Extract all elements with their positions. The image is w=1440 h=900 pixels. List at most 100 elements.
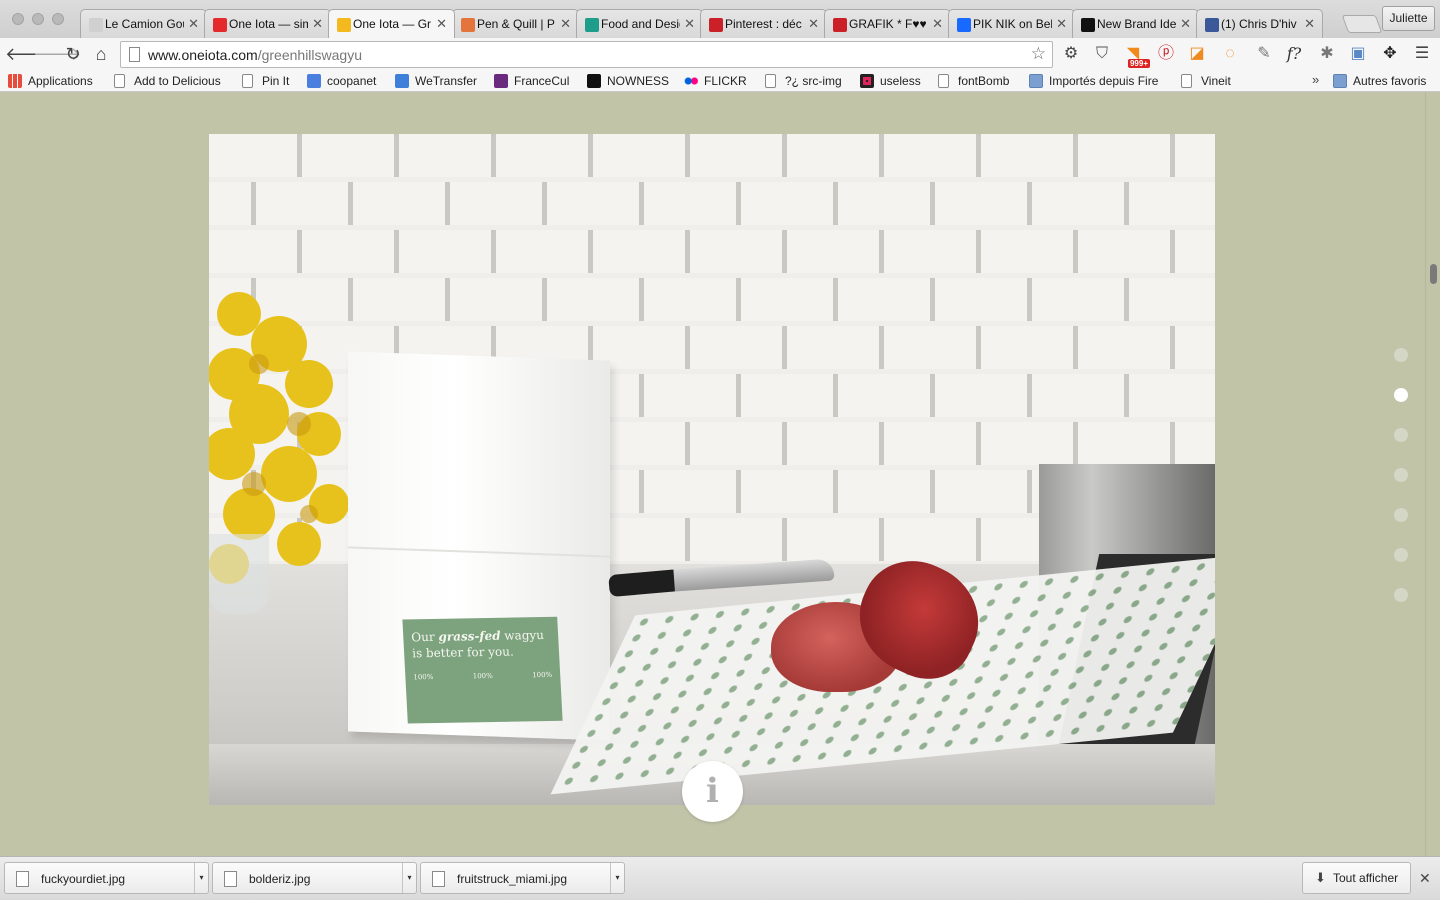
tab-new-brand[interactable]: New Brand Ide ✕ bbox=[1072, 9, 1199, 38]
slide-dot[interactable] bbox=[1394, 548, 1408, 562]
bookmark-label: fontBomb bbox=[958, 74, 1010, 88]
web-page: Our grass-fed wagyu is better for you. 1… bbox=[0, 92, 1440, 856]
bookmark-vineit[interactable]: Vineit bbox=[1181, 73, 1231, 89]
tab-title: One Iota — Gr bbox=[353, 17, 432, 31]
url-text[interactable]: www.oneiota.com/greenhillswagyu bbox=[148, 47, 362, 63]
slide-dot[interactable] bbox=[1394, 508, 1408, 522]
profile-button[interactable]: Juliette bbox=[1382, 6, 1435, 31]
bookmark-nowness[interactable]: NOWNESS bbox=[587, 73, 669, 89]
tab-one-iota-sim[interactable]: One Iota — sim ✕ bbox=[204, 9, 331, 38]
bookmark-coopanet[interactable]: coopanet bbox=[307, 73, 376, 89]
pinterest-icon[interactable]: ⓟ bbox=[1155, 43, 1177, 65]
tile-row bbox=[209, 182, 1215, 225]
tab-grafik[interactable]: GRAFIK * F♥♥ ✕ bbox=[824, 9, 951, 38]
bookmark-folder-imported[interactable]: Importés depuis Fire bbox=[1029, 73, 1163, 89]
tile-row bbox=[209, 230, 1215, 273]
bookmark-franceculture[interactable]: FranceCul bbox=[494, 73, 569, 89]
bookmarks-bar: Applications Add to Delicious Pin It coo… bbox=[0, 70, 1440, 92]
tab-close-icon[interactable]: ✕ bbox=[188, 16, 199, 32]
download-item[interactable]: fruitstruck_miami.jpg ▾ bbox=[420, 862, 625, 894]
slide-dot[interactable] bbox=[1394, 348, 1408, 362]
tab-close-icon[interactable]: ✕ bbox=[312, 16, 323, 32]
close-icon[interactable]: ✕ bbox=[1419, 870, 1431, 887]
address-bar[interactable]: www.oneiota.com/greenhillswagyu ☆ bbox=[120, 41, 1053, 68]
home-icon[interactable]: ⌂ bbox=[89, 42, 113, 66]
window-resizer-icon[interactable]: ▣ bbox=[1347, 43, 1369, 65]
download-item[interactable]: fuckyourdiet.jpg ▾ bbox=[4, 862, 209, 894]
bookmark-label: useless bbox=[880, 74, 921, 88]
move-arrows-icon[interactable]: ✥ bbox=[1379, 43, 1401, 65]
reload-icon[interactable]: ↻ bbox=[61, 42, 85, 66]
bookmark-wetransfer[interactable]: WeTransfer bbox=[395, 73, 477, 89]
slide-dot[interactable] bbox=[1394, 428, 1408, 442]
whatfont-icon[interactable]: f? bbox=[1283, 43, 1305, 65]
tab-title: Food and Desig bbox=[601, 17, 680, 31]
tab-le-camion[interactable]: Le Camion Gou ✕ bbox=[80, 9, 207, 38]
file-icon bbox=[432, 871, 445, 887]
tab-close-icon[interactable]: ✕ bbox=[808, 16, 819, 32]
page-scrollbar[interactable] bbox=[1425, 92, 1440, 856]
tab-one-iota-active[interactable]: One Iota — Gr ✕ bbox=[328, 9, 455, 38]
bookmarks-overflow-chevron-icon[interactable]: » bbox=[1312, 72, 1319, 87]
download-arrow-icon: ⬇ bbox=[1315, 870, 1326, 885]
tab-food-design[interactable]: Food and Desig ✕ bbox=[576, 9, 703, 38]
tab-close-icon[interactable]: ✕ bbox=[684, 16, 695, 32]
tab-pen-quill[interactable]: Pen & Quill | P ✕ bbox=[452, 9, 579, 38]
scrollbar-thumb[interactable] bbox=[1430, 264, 1437, 284]
tile-row bbox=[209, 134, 1215, 177]
bookmark-pin-it[interactable]: Pin It bbox=[242, 73, 289, 89]
bookmark-folder-other[interactable]: Autres favoris bbox=[1333, 73, 1426, 89]
page-icon bbox=[114, 74, 125, 88]
eyedropper-icon[interactable]: ✎ bbox=[1253, 43, 1275, 65]
bag-label-stats: 100% 100% 100% bbox=[413, 671, 552, 681]
pocket-icon[interactable]: ⛉ bbox=[1091, 43, 1113, 65]
bookmark-useless[interactable]: useless bbox=[860, 73, 921, 89]
bookmark-add-to-delicious[interactable]: Add to Delicious bbox=[114, 73, 221, 89]
tab-close-icon[interactable]: ✕ bbox=[560, 16, 571, 32]
analytics-icon[interactable]: ◪ bbox=[1186, 43, 1208, 65]
download-item[interactable]: bolderiz.jpg ▾ bbox=[212, 862, 417, 894]
tab-close-icon[interactable]: ✕ bbox=[1180, 16, 1191, 32]
download-menu-caret-icon[interactable]: ▾ bbox=[194, 863, 208, 893]
bag-stat: 100% bbox=[532, 670, 553, 680]
tab-favicon-icon bbox=[957, 18, 971, 32]
window-zoom-button[interactable] bbox=[52, 13, 64, 25]
forward-arrow-icon[interactable]: 🡒 bbox=[33, 42, 81, 66]
tab-close-icon[interactable]: ✕ bbox=[436, 16, 447, 32]
rss-count-badge: 999+ bbox=[1127, 59, 1150, 68]
new-tab-button[interactable] bbox=[1341, 15, 1383, 33]
download-shelf: fuckyourdiet.jpg ▾ bolderiz.jpg ▾ fruits… bbox=[0, 856, 1440, 900]
gear-icon[interactable]: ⚙ bbox=[1060, 43, 1082, 65]
tab-pik-nik[interactable]: PIK NIK on Beh ✕ bbox=[948, 9, 1075, 38]
sync-icon[interactable]: ◌ bbox=[1219, 43, 1241, 65]
download-menu-caret-icon[interactable]: ▾ bbox=[402, 863, 416, 893]
info-button[interactable]: i bbox=[682, 761, 743, 822]
tab-close-icon[interactable]: ✕ bbox=[932, 16, 943, 32]
bookmark-star-icon[interactable]: ☆ bbox=[1031, 44, 1046, 64]
menu-hamburger-icon[interactable]: ☰ bbox=[1411, 43, 1433, 65]
page-icon bbox=[765, 74, 776, 88]
slide-dot[interactable] bbox=[1394, 588, 1408, 602]
tab-favicon-icon bbox=[461, 18, 475, 32]
tab-pinterest[interactable]: Pinterest : déc ✕ bbox=[700, 9, 827, 38]
slide-dot[interactable] bbox=[1394, 468, 1408, 482]
tab-favicon-icon bbox=[213, 18, 227, 32]
bug-icon[interactable]: ✱ bbox=[1316, 43, 1338, 65]
tab-close-icon[interactable]: ✕ bbox=[1056, 16, 1067, 32]
bookmark-flickr[interactable]: FLICKR bbox=[684, 73, 747, 89]
show-all-downloads-button[interactable]: ⬇ Tout afficher bbox=[1302, 862, 1411, 894]
bookmark-src-img[interactable]: ?¿ src-img bbox=[765, 73, 842, 89]
page-icon bbox=[938, 74, 949, 88]
bookmark-applications[interactable]: Applications bbox=[8, 73, 93, 89]
window-minimize-button[interactable] bbox=[32, 13, 44, 25]
slide-dot[interactable] bbox=[1394, 388, 1408, 402]
bag-label-headline: Our grass-fed wagyu is better for you. bbox=[411, 627, 551, 661]
download-menu-caret-icon[interactable]: ▾ bbox=[610, 863, 624, 893]
tab-chris-dhiv[interactable]: (1) Chris D'hiv ✕ bbox=[1196, 9, 1323, 38]
bookmark-fontbomb[interactable]: fontBomb bbox=[938, 73, 1009, 89]
glass-vase bbox=[209, 534, 269, 614]
window-close-button[interactable] bbox=[12, 13, 24, 25]
tab-close-icon[interactable]: ✕ bbox=[1304, 16, 1315, 32]
back-arrow-icon[interactable]: 🡐 bbox=[5, 42, 53, 66]
rss-icon[interactable]: ◥ 999+ bbox=[1122, 43, 1150, 68]
